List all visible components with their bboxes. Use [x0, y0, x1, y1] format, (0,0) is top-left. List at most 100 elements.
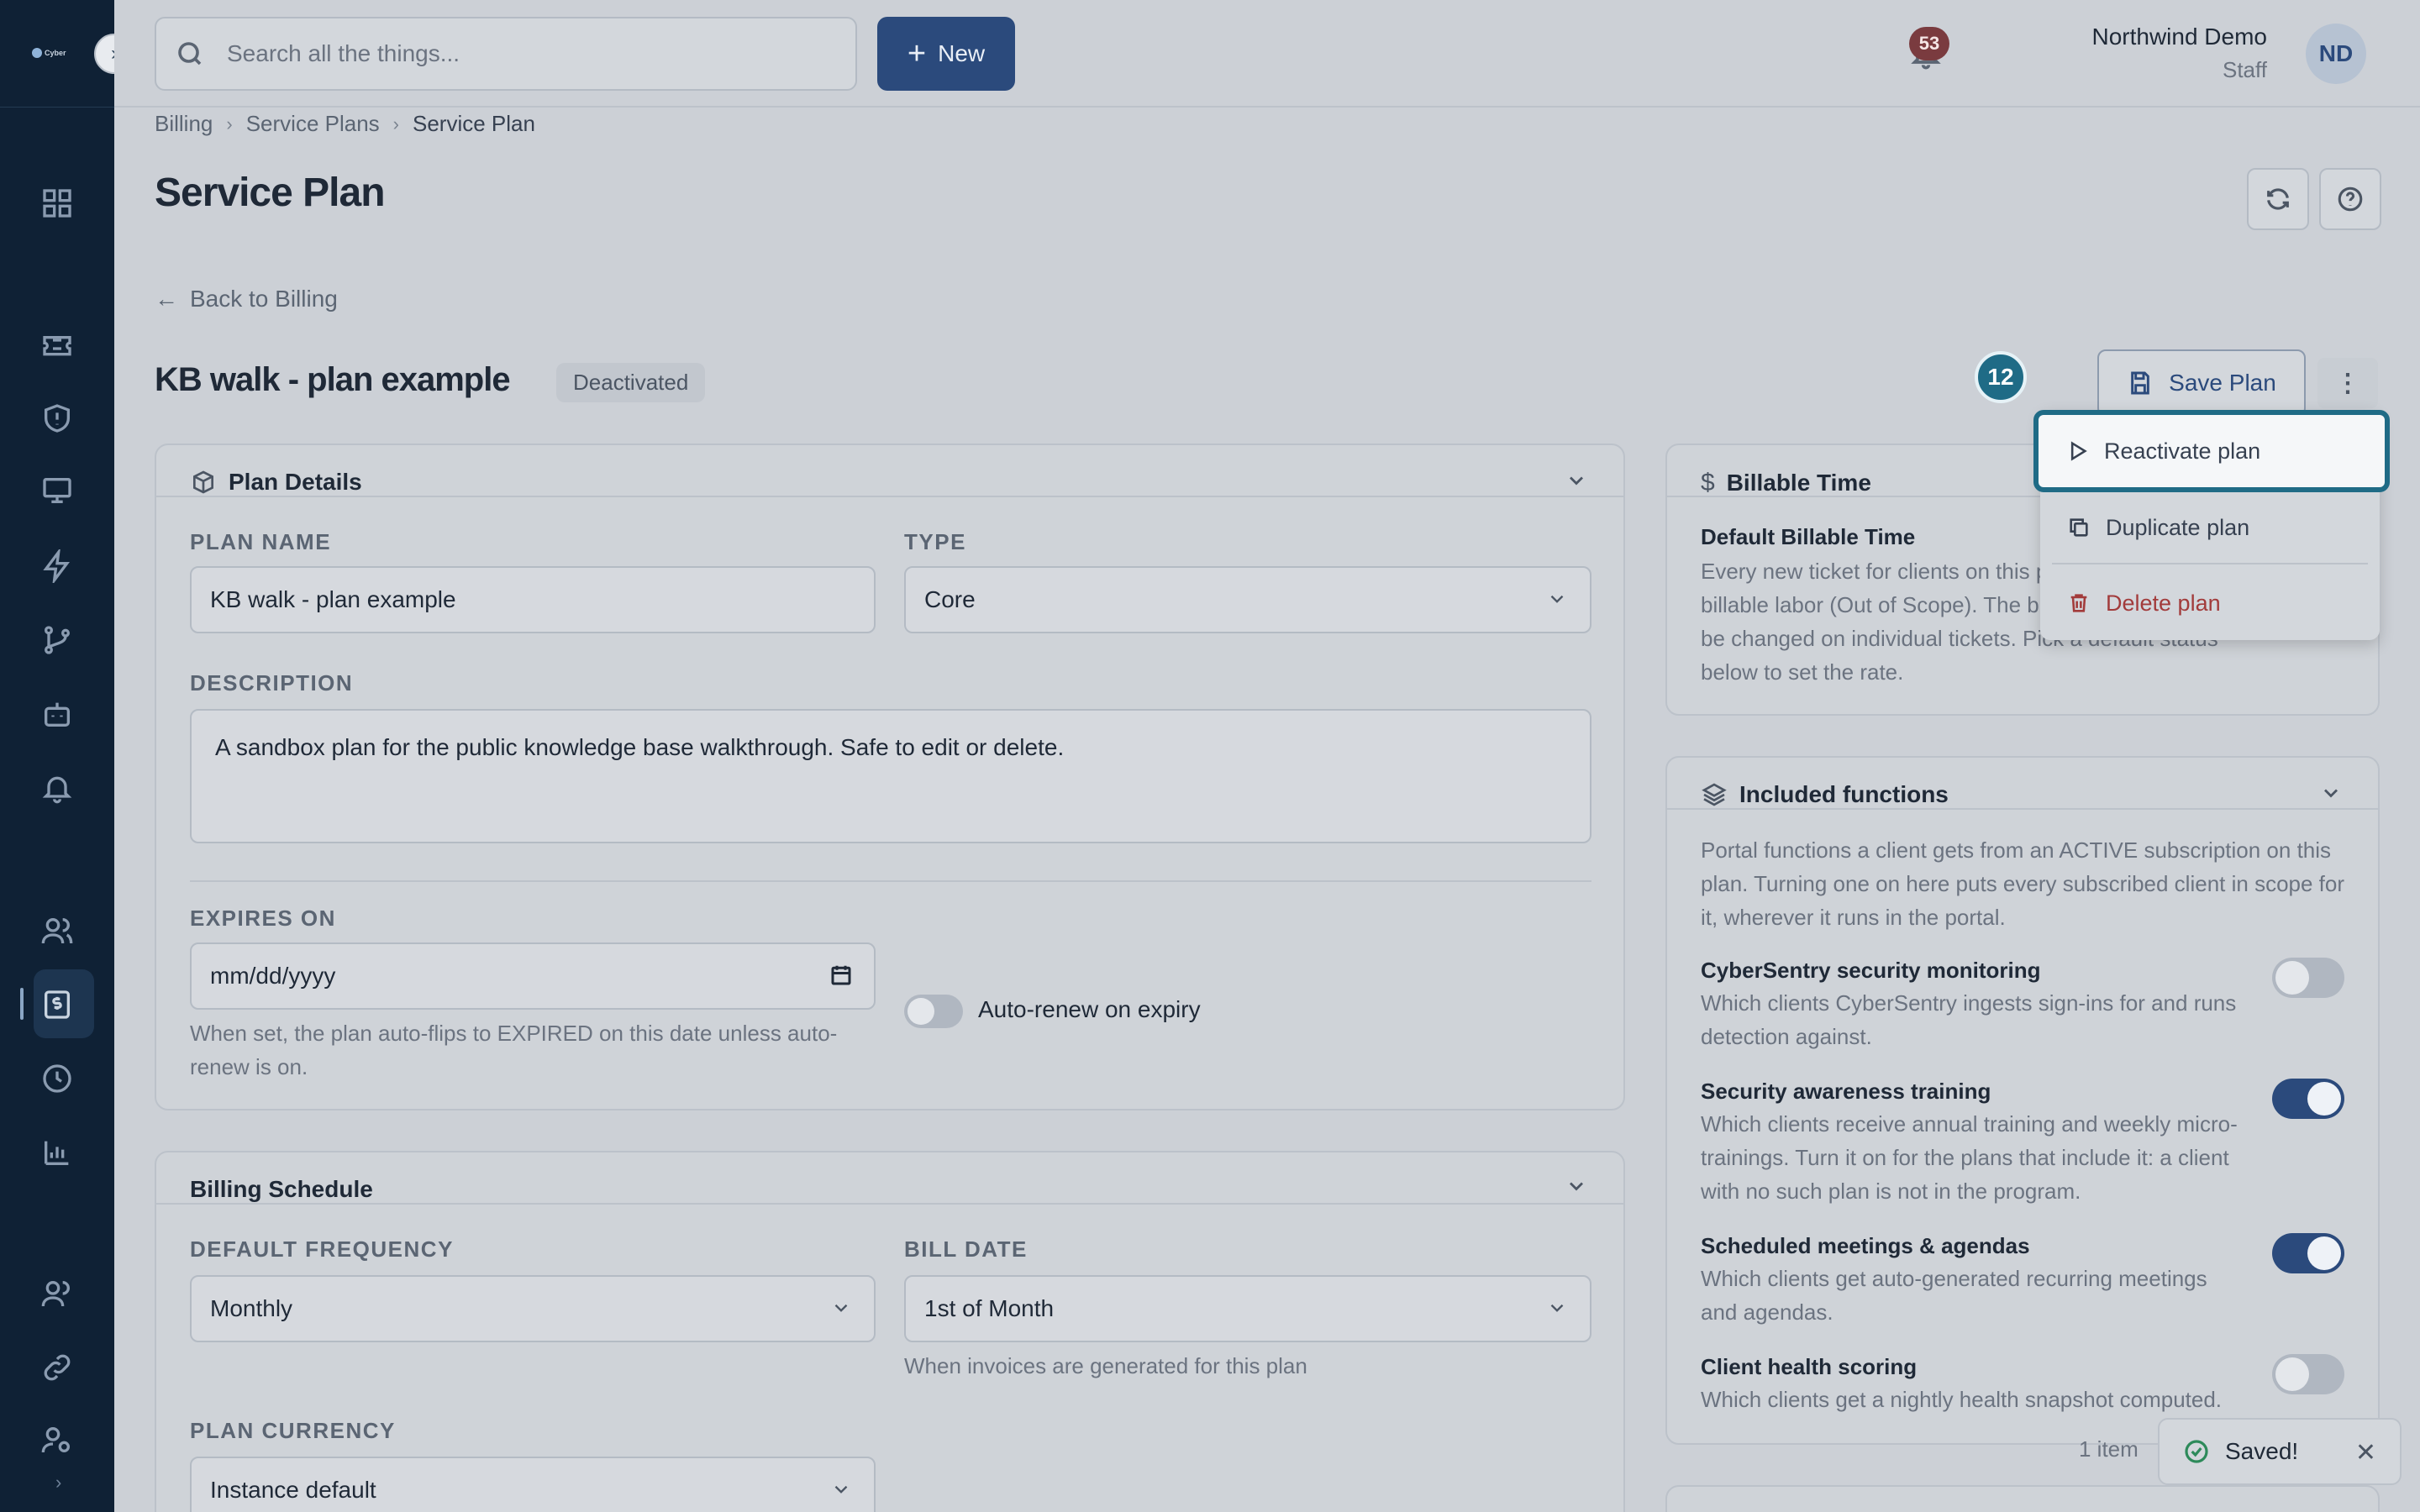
bill-date-help: When invoices are generated for this pla… — [904, 1353, 1307, 1378]
default-frequency-label: DEFAULT FREQUENCY — [190, 1236, 454, 1262]
auto-renew-toggle[interactable] — [904, 995, 963, 1028]
git-branch-icon[interactable] — [37, 620, 77, 660]
chevron-down-icon — [830, 1478, 852, 1506]
clock-icon[interactable] — [37, 1058, 77, 1099]
function-title-meetings: Scheduled meetings & agendas — [1701, 1233, 2030, 1258]
chevron-down-icon[interactable] — [1565, 469, 1588, 498]
status-badge: Deactivated — [556, 363, 706, 402]
expires-help-line-1: When set, the plan auto-flips to EXPIRED… — [190, 1021, 838, 1046]
lightning-icon[interactable] — [37, 546, 77, 586]
billing-schedule-title: Billing Schedule — [190, 1176, 373, 1202]
monitor-icon[interactable] — [37, 470, 77, 511]
breadcrumb-service-plans[interactable]: Service Plans — [246, 111, 380, 137]
refresh-button[interactable] — [2247, 168, 2309, 230]
included-functions-intro-2: plan. Turning one on here puts every sub… — [1701, 871, 2345, 896]
plan-name-label: PLAN NAME — [190, 529, 332, 554]
shield-icon[interactable] — [37, 398, 77, 438]
page-title: Service Plan — [155, 171, 386, 215]
duplicate-plan-menu-item[interactable]: Duplicate plan — [2040, 494, 2380, 561]
expires-on-date-input[interactable]: mm/dd/yyyy — [190, 942, 876, 1010]
plan-name-heading: KB walk - plan example — [155, 361, 511, 398]
sidebar-expand-icon[interactable]: › — [55, 1472, 61, 1494]
sidebar: Cyber › — [0, 0, 114, 1512]
included-functions-title: Included functions — [1701, 781, 1949, 808]
chevron-down-icon[interactable] — [2319, 781, 2343, 811]
dollar-icon: $ — [1701, 469, 1715, 496]
plan-details-card: Plan Details PLAN NAME KB walk - plan ex… — [155, 444, 1625, 1110]
function-desc-cybersentry-1: Which clients CyberSentry ingests sign-i… — [1701, 990, 2237, 1016]
team-icon[interactable] — [37, 1273, 77, 1314]
plan-name-input[interactable]: KB walk - plan example — [190, 566, 876, 633]
next-card — [1665, 1485, 2380, 1512]
description-textarea[interactable]: A sandbox plan for the public knowledge … — [190, 709, 1591, 843]
saved-toast: Saved! ✕ — [2158, 1418, 2402, 1485]
function-desc-meetings-2: and agendas. — [1701, 1299, 1833, 1325]
plan-actions-menu: Reactivate plan Duplicate plan Delete pl… — [2033, 410, 2390, 640]
expires-help-line-2: renew is on. — [190, 1054, 308, 1079]
included-functions-intro-3: it, wherever it runs in the portal. — [1701, 905, 2006, 930]
toggle-health[interactable] — [2272, 1354, 2344, 1394]
bill-date-label: BILL DATE — [904, 1236, 1028, 1262]
items-count: 1 item — [2079, 1436, 2139, 1462]
plan-currency-select[interactable]: Instance default — [190, 1457, 876, 1512]
users-icon[interactable] — [37, 911, 77, 951]
close-icon[interactable]: ✕ — [2355, 1438, 2376, 1467]
delete-plan-menu-item[interactable]: Delete plan — [2040, 570, 2380, 637]
breadcrumb-current: Service Plan — [413, 111, 535, 136]
chart-icon[interactable] — [37, 1132, 77, 1173]
toggle-meetings[interactable] — [2272, 1233, 2344, 1273]
user-name: Northwind Demo — [2091, 24, 2267, 50]
chevron-down-icon — [1546, 1297, 1568, 1325]
auto-renew-label: Auto-renew on expiry — [978, 996, 1201, 1022]
billable-time-desc-1: Every new ticket for clients on this p — [1701, 559, 2049, 584]
toggle-awareness[interactable] — [2272, 1079, 2344, 1119]
check-circle-icon — [2185, 1440, 2208, 1463]
chevron-down-icon[interactable] — [1565, 1174, 1588, 1204]
avatar[interactable]: ND — [2306, 24, 2366, 84]
function-desc-awareness-1: Which clients receive annual training an… — [1701, 1111, 2238, 1137]
default-frequency-select[interactable]: Monthly — [190, 1275, 876, 1342]
save-icon — [2131, 371, 2149, 395]
chevron-down-icon — [830, 1297, 852, 1325]
calendar-icon[interactable] — [829, 963, 854, 994]
link-icon[interactable] — [37, 1347, 77, 1388]
back-to-billing-link[interactable]: ← Back to Billing — [155, 286, 338, 312]
save-plan-button[interactable]: Save Plan — [2097, 349, 2306, 417]
layers-icon — [1702, 783, 1727, 806]
breadcrumb-billing[interactable]: Billing — [155, 111, 213, 137]
chevron-right-icon: › — [392, 113, 399, 134]
breadcrumb: Billing › Service Plans › Service Plan — [155, 111, 535, 137]
description-label: DESCRIPTION — [190, 670, 354, 696]
robot-icon[interactable] — [37, 694, 77, 734]
reactivate-plan-menu-item[interactable]: Reactivate plan — [2033, 410, 2390, 492]
function-desc-health-1: Which clients get a nightly health snaps… — [1701, 1387, 2223, 1412]
search-icon — [178, 42, 202, 66]
function-title-health: Client health scoring — [1701, 1354, 1918, 1379]
billable-time-desc-4: below to set the rate. — [1701, 659, 1904, 685]
new-button[interactable]: + New — [877, 17, 1015, 91]
ticket-icon[interactable] — [37, 324, 77, 365]
help-button[interactable] — [2319, 168, 2381, 230]
expires-on-label: EXPIRES ON — [190, 906, 336, 931]
bill-date-select[interactable]: 1st of Month — [904, 1275, 1591, 1342]
search-box[interactable] — [155, 17, 857, 91]
function-desc-awareness-2: trainings. Turn it on for the plans that… — [1701, 1145, 2229, 1170]
trash-icon — [2070, 594, 2087, 612]
toggle-cybersentry[interactable] — [2272, 958, 2344, 998]
copy-icon — [2070, 518, 2088, 537]
more-options-button[interactable]: ⋮ — [2317, 358, 2378, 408]
plus-icon: + — [907, 36, 927, 71]
dashboard-icon[interactable] — [37, 183, 77, 223]
search-input[interactable] — [227, 40, 815, 67]
app-logo[interactable]: Cyber — [32, 44, 79, 62]
user-settings-icon[interactable] — [37, 1420, 77, 1460]
notification-count-badge[interactable]: 53 — [1909, 27, 1949, 60]
billing-icon[interactable] — [37, 984, 77, 1025]
bell-icon[interactable] — [37, 768, 77, 808]
included-functions-intro-1: Portal functions a client gets from an A… — [1701, 837, 2332, 863]
type-select[interactable]: Core — [904, 566, 1591, 633]
type-label: TYPE — [904, 529, 966, 554]
default-billable-time-title: Default Billable Time — [1701, 524, 1916, 549]
function-desc-awareness-3: with no such plan is not in the program. — [1701, 1179, 2081, 1204]
play-icon — [2070, 441, 2087, 461]
